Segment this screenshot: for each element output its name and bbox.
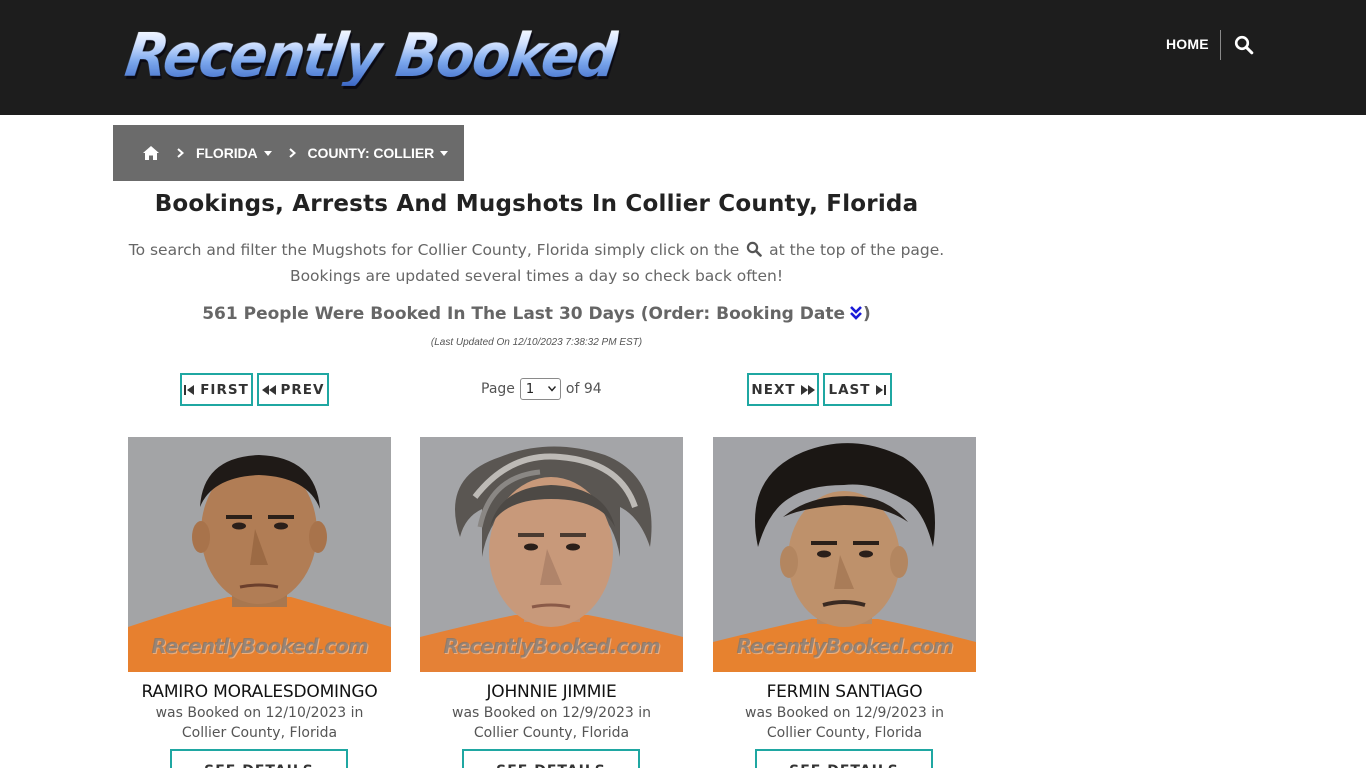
chevron-down-icon	[547, 386, 556, 392]
watermark: RecentlyBooked.com	[736, 634, 953, 658]
booking-count-heading: 561 People Were Booked In The Last 30 Da…	[113, 304, 960, 324]
chevron-right-icon	[177, 145, 185, 161]
forward-icon	[800, 384, 815, 395]
page-total-label: of 94	[565, 381, 602, 397]
home-icon[interactable]	[142, 145, 160, 161]
next-page-label: NEXT	[751, 381, 796, 398]
prev-page-button[interactable]: PREV	[257, 373, 329, 406]
logo-text: Recently Booked	[121, 21, 621, 91]
page-label: Page	[481, 381, 515, 397]
intro-text: To search and filter the Mugshots for Co…	[113, 237, 960, 289]
booking-location-text: Collier County, Florida	[473, 725, 630, 741]
double-chevron-down-icon[interactable]	[849, 305, 863, 321]
page-select-value: 1	[525, 381, 535, 397]
booking-location-text: Collier County, Florida	[766, 725, 923, 741]
booking-date-text: was Booked on 12/10/2023 in	[155, 705, 364, 721]
see-details-button[interactable]: SEE DETAILS	[755, 749, 933, 768]
breadcrumb-state-label: FLORIDA	[196, 145, 258, 161]
see-details-button[interactable]: SEE DETAILS	[170, 749, 348, 768]
first-page-button[interactable]: FIRST	[180, 373, 253, 406]
last-updated-text: (Last Updated On 12/10/2023 7:38:32 PM E…	[430, 337, 643, 348]
person-name[interactable]: RAMIRO MORALESDOMINGO	[108, 682, 411, 702]
booking-date-text: was Booked on 12/9/2023 in	[745, 705, 944, 721]
mugshot-photo[interactable]: RecentlyBooked.com	[128, 437, 391, 672]
page-title: Bookings, Arrests And Mugshots In Collie…	[154, 191, 919, 217]
see-details-button[interactable]: SEE DETAILS	[462, 749, 640, 768]
mugshot-photo[interactable]: RecentlyBooked.com	[713, 437, 976, 672]
last-page-label: LAST	[828, 381, 871, 398]
step-backward-icon	[184, 384, 195, 395]
booking-date-text: was Booked on 12/9/2023 in	[452, 705, 651, 721]
breadcrumb-county-label: COUNTY: COLLIER	[307, 145, 435, 161]
first-page-label: FIRST	[200, 381, 249, 398]
watermark: RecentlyBooked.com	[443, 634, 660, 658]
breadcrumb-state-dropdown[interactable]: FLORIDA	[196, 145, 272, 161]
site-header: Recently Booked HOME	[0, 0, 1366, 115]
page-number-select[interactable]: 1	[519, 378, 561, 400]
person-name[interactable]: JOHNNIE JIMMIE	[400, 682, 703, 702]
backward-icon	[261, 384, 276, 395]
booking-info: was Booked on 12/10/2023 in Collier Coun…	[108, 703, 411, 743]
page-selector: Page 1 of 94	[481, 377, 602, 401]
breadcrumb: FLORIDA COUNTY: COLLIER	[113, 125, 464, 181]
chevron-right-icon	[288, 145, 296, 161]
breadcrumb-county-dropdown[interactable]: COUNTY: COLLIER	[308, 145, 449, 161]
caret-down-icon	[440, 150, 449, 156]
booking-info: was Booked on 12/9/2023 in Collier Count…	[400, 703, 703, 743]
search-icon	[746, 239, 763, 257]
site-logo[interactable]: Recently Booked	[121, 16, 658, 96]
booking-count-text: 561 People Were Booked In The Last 30 Da…	[202, 304, 846, 324]
nav-home-link[interactable]: HOME	[1166, 36, 1209, 52]
next-page-button[interactable]: NEXT	[747, 373, 819, 406]
booking-count-close: )	[863, 304, 871, 324]
booking-info: was Booked on 12/9/2023 in Collier Count…	[693, 703, 996, 743]
person-name[interactable]: FERMIN SANTIAGO	[693, 682, 996, 702]
booking-location-text: Collier County, Florida	[181, 725, 338, 741]
step-forward-icon	[876, 384, 887, 395]
prev-page-label: PREV	[280, 381, 325, 398]
caret-down-icon	[263, 150, 272, 156]
last-page-button[interactable]: LAST	[823, 373, 892, 406]
watermark: RecentlyBooked.com	[151, 634, 368, 658]
search-icon[interactable]	[1234, 35, 1254, 55]
nav-divider	[1220, 30, 1221, 60]
intro-text-before: To search and filter the Mugshots for Co…	[128, 241, 740, 259]
mugshot-photo[interactable]: RecentlyBooked.com	[420, 437, 683, 672]
